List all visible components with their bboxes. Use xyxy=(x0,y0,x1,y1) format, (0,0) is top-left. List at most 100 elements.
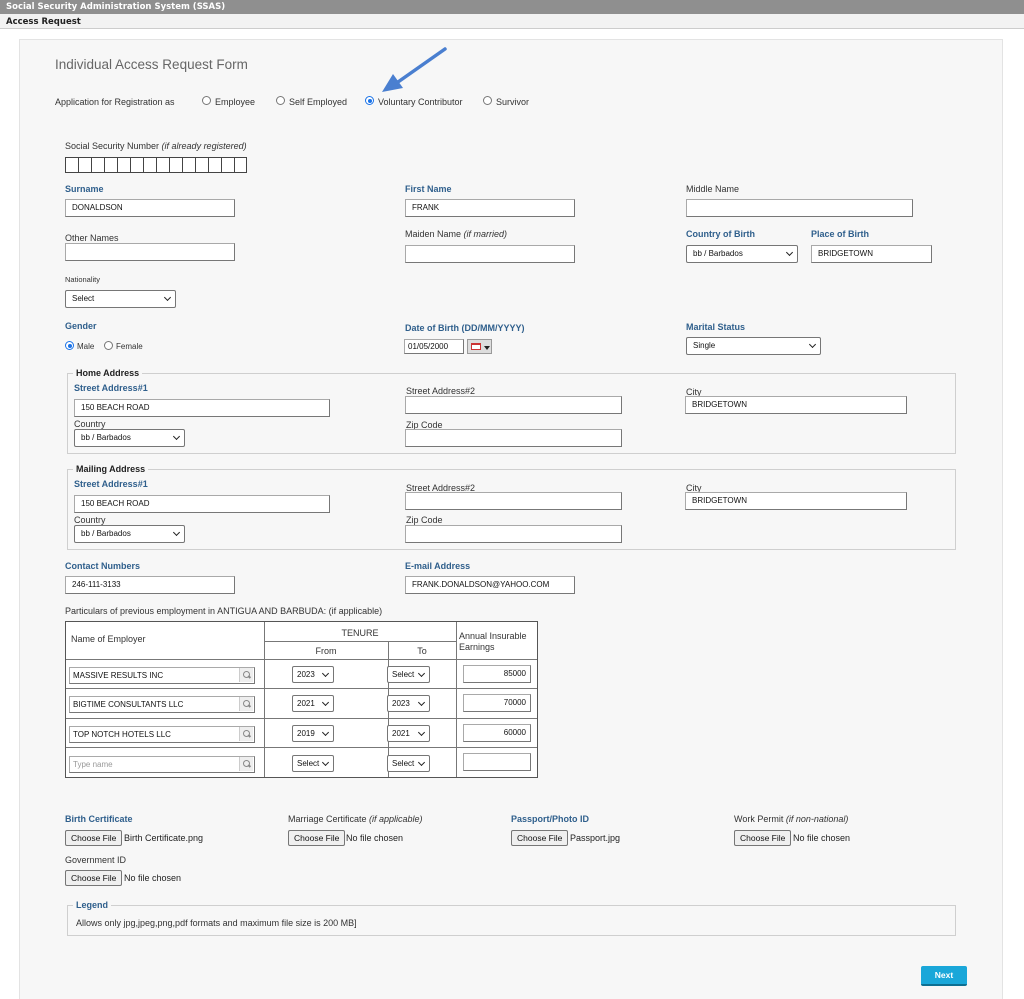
search-icon[interactable] xyxy=(239,697,253,711)
government-id-choose-button[interactable]: Choose File xyxy=(65,870,123,886)
other-names-label: Other Names xyxy=(65,233,119,243)
employer-input-1[interactable]: MASSIVE RESULTS INC xyxy=(69,667,255,684)
middle-name-input[interactable] xyxy=(686,199,913,217)
earnings-input-1[interactable]: 85000 xyxy=(463,665,531,683)
radio-survivor[interactable] xyxy=(483,96,492,105)
place-of-birth-input[interactable]: BRIDGETOWN xyxy=(811,245,932,263)
mailing-street1-label: Street Address#1 xyxy=(74,479,148,489)
legend-title: Legend xyxy=(73,900,112,910)
radio-female-label: Female xyxy=(116,342,143,351)
radio-employee[interactable] xyxy=(202,96,211,105)
to-select-2[interactable]: 2023 xyxy=(387,695,430,712)
from-select-2[interactable]: 2021 xyxy=(292,695,334,712)
first-name-label: First Name xyxy=(405,184,452,194)
mailing-zip-input[interactable] xyxy=(405,525,622,543)
dob-input[interactable]: 01/05/2000 xyxy=(404,339,464,354)
work-permit-label: Work Permit (if non-national) xyxy=(734,814,849,824)
search-icon[interactable] xyxy=(239,668,253,682)
work-permit-choose-button[interactable]: Choose File xyxy=(734,830,792,846)
marital-status-label: Marital Status xyxy=(686,322,746,332)
gender-label: Gender xyxy=(65,321,97,331)
contact-numbers-label: Contact Numbers xyxy=(65,561,141,571)
nationality-select[interactable]: Select xyxy=(65,290,176,308)
home-zip-input[interactable] xyxy=(405,429,622,447)
home-street2-label: Street Address#2 xyxy=(406,386,476,396)
mailing-address-legend: Mailing Address xyxy=(73,464,149,474)
earnings-input-4[interactable] xyxy=(463,753,531,771)
employment-caption: Particulars of previous employment in AN… xyxy=(65,606,383,616)
mailing-city-input[interactable]: BRIDGETOWN xyxy=(685,492,907,510)
to-select-1[interactable]: Select xyxy=(387,666,430,683)
home-city-input[interactable]: BRIDGETOWN xyxy=(685,396,907,414)
search-icon[interactable] xyxy=(239,757,253,771)
place-of-birth-label: Place of Birth xyxy=(811,229,870,239)
earnings-input-2[interactable]: 70000 xyxy=(463,694,531,712)
surname-label: Surname xyxy=(65,184,104,194)
radio-male-label: Male xyxy=(77,342,95,351)
radio-employee-label: Employee xyxy=(215,97,256,107)
from-select-1[interactable]: 2023 xyxy=(292,666,334,683)
country-of-birth-label: Country of Birth xyxy=(686,229,755,239)
marriage-certificate-file-name: No file chosen xyxy=(346,833,404,843)
birth-certificate-file-name: Birth Certificate.png xyxy=(124,833,204,843)
ssn-label: Social Security Number (if already regis… xyxy=(65,141,247,151)
home-street2-input[interactable] xyxy=(405,396,622,414)
government-id-file-name: No file chosen xyxy=(124,873,182,883)
radio-male[interactable] xyxy=(65,341,74,350)
registration-label: Application for Registration as xyxy=(55,97,175,107)
col-to-header: To xyxy=(417,646,427,656)
home-country-label: Country xyxy=(74,419,106,429)
passport-file-name: Passport.jpg xyxy=(570,833,621,843)
radio-self-employed-label: Self Employed xyxy=(289,97,348,107)
search-icon[interactable] xyxy=(239,727,253,741)
mailing-street1-input[interactable]: 150 BEACH ROAD xyxy=(74,495,330,513)
home-country-select[interactable]: bb / Barbados xyxy=(74,429,185,447)
country-of-birth-select[interactable]: bb / Barbados xyxy=(686,245,798,263)
page-title: Individual Access Request Form xyxy=(55,57,248,72)
radio-voluntary-contributor[interactable] xyxy=(365,96,374,105)
to-select-3[interactable]: 2021 xyxy=(387,725,430,742)
employer-input-2[interactable]: BIGTIME CONSULTANTS LLC xyxy=(69,696,255,713)
system-title-bar: Social Security Administration System (S… xyxy=(0,0,1024,14)
legend-text: Allows only jpg,jpeg,png,pdf formats and… xyxy=(76,918,357,928)
contact-numbers-input[interactable]: 246-111-3133 xyxy=(65,576,235,594)
annotation-arrow-icon xyxy=(382,47,447,92)
email-input[interactable]: FRANK.DONALDSON@YAHOO.COM xyxy=(405,576,575,594)
passport-choose-button[interactable]: Choose File xyxy=(511,830,569,846)
marriage-certificate-choose-button[interactable]: Choose File xyxy=(288,830,346,846)
marriage-certificate-label: Marriage Certificate (if applicable) xyxy=(288,814,423,824)
maiden-name-label: Maiden Name (if married) xyxy=(405,229,508,239)
mailing-country-select[interactable]: bb / Barbados xyxy=(74,525,185,543)
col-employer-header: Name of Employer xyxy=(71,634,146,644)
calendar-icon[interactable] xyxy=(467,339,492,354)
government-id-label: Government ID xyxy=(65,855,127,865)
from-select-4[interactable]: Select xyxy=(292,755,334,772)
dob-label: Date of Birth (DD/MM/YYYY) xyxy=(405,323,525,333)
radio-self-employed[interactable] xyxy=(276,96,285,105)
other-names-input[interactable] xyxy=(65,243,235,261)
marital-status-select[interactable]: Single xyxy=(686,337,821,355)
birth-certificate-choose-button[interactable]: Choose File xyxy=(65,830,123,846)
home-street1-label: Street Address#1 xyxy=(74,383,148,393)
first-name-input[interactable]: FRANK xyxy=(405,199,575,217)
surname-input[interactable]: DONALDSON xyxy=(65,199,235,217)
radio-survivor-label: Survivor xyxy=(496,97,530,107)
employer-input-3[interactable]: TOP NOTCH HOTELS LLC xyxy=(69,726,255,743)
work-permit-file-name: No file chosen xyxy=(793,833,851,843)
to-select-4[interactable]: Select xyxy=(387,755,430,772)
email-label: E-mail Address xyxy=(405,561,471,571)
ssn-input-boxes[interactable] xyxy=(65,157,247,173)
mailing-street2-input[interactable] xyxy=(405,492,622,510)
home-street1-input[interactable]: 150 BEACH ROAD xyxy=(74,399,330,417)
next-button[interactable]: Next xyxy=(921,966,967,986)
radio-female[interactable] xyxy=(104,341,113,350)
col-from-header: From xyxy=(315,646,337,656)
maiden-name-input[interactable] xyxy=(405,245,575,263)
home-address-legend: Home Address xyxy=(73,368,143,378)
nationality-label: Nationality xyxy=(65,275,101,284)
earnings-input-3[interactable]: 60000 xyxy=(463,724,531,742)
passport-label: Passport/Photo ID xyxy=(511,814,590,824)
from-select-3[interactable]: 2019 xyxy=(292,725,334,742)
radio-voluntary-contributor-label: Voluntary Contributor xyxy=(378,97,463,107)
employer-input-4[interactable]: Type name xyxy=(69,756,255,773)
